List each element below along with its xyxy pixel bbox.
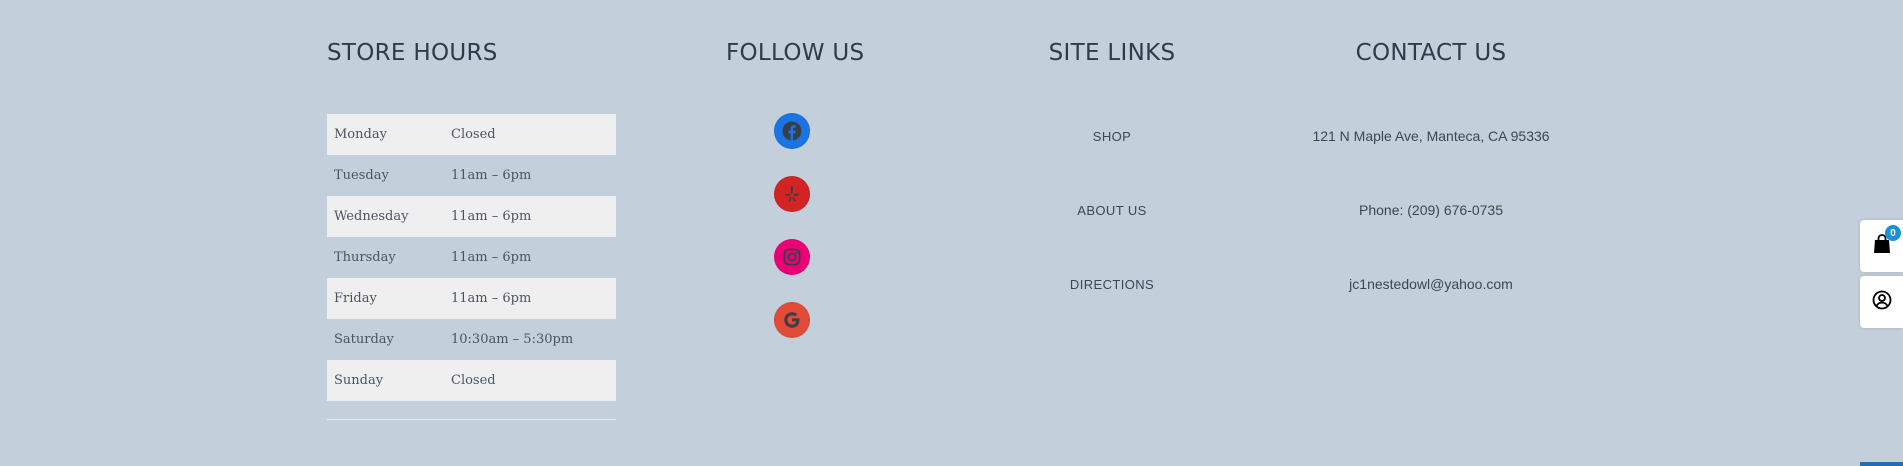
- account-button[interactable]: [1860, 276, 1903, 328]
- hours-time: 11am – 6pm: [451, 291, 532, 306]
- hours-time: 11am – 6pm: [451, 250, 532, 265]
- hours-row-thursday: Thursday 11am – 6pm: [327, 237, 616, 278]
- hours-time: 11am – 6pm: [451, 168, 532, 183]
- hours-day: Saturday: [334, 332, 394, 347]
- instagram-icon[interactable]: [774, 239, 810, 275]
- cart-button[interactable]: 0: [1860, 220, 1903, 272]
- hours-row-tuesday: Tuesday 11am – 6pm: [327, 155, 616, 196]
- google-icon[interactable]: [774, 302, 810, 338]
- page-corner-accent: [1860, 462, 1903, 466]
- store-hours-table: Monday Closed Tuesday 11am – 6pm Wednesd…: [327, 114, 616, 401]
- hours-day: Thursday: [334, 250, 396, 265]
- follow-us-title: FOLLOW US: [726, 40, 865, 66]
- hours-divider: [327, 419, 616, 420]
- hours-day: Wednesday: [334, 209, 409, 224]
- hours-row-monday: Monday Closed: [327, 114, 616, 155]
- contact-address: 121 N Maple Ave, Manteca, CA 95336: [1312, 128, 1550, 144]
- yelp-icon[interactable]: [774, 176, 810, 212]
- directions-link[interactable]: DIRECTIONS: [1040, 277, 1184, 292]
- site-links-title: SITE LINKS: [1048, 40, 1176, 66]
- hours-time: Closed: [451, 373, 496, 388]
- hours-day: Monday: [334, 127, 387, 142]
- about-us-link[interactable]: ABOUT US: [1040, 203, 1184, 218]
- hours-time: 11am – 6pm: [451, 209, 532, 224]
- contact-us-title: CONTACT US: [1355, 40, 1507, 66]
- contact-phone[interactable]: Phone: (209) 676-0735: [1282, 202, 1580, 218]
- contact-email[interactable]: jc1nestedowl@yahoo.com: [1282, 276, 1580, 292]
- hours-time: Closed: [451, 127, 496, 142]
- hours-row-wednesday: Wednesday 11am – 6pm: [327, 196, 616, 237]
- hours-day: Tuesday: [334, 168, 389, 183]
- facebook-icon[interactable]: [774, 113, 810, 149]
- cart-count-badge: 0: [1885, 225, 1901, 241]
- hours-day: Friday: [334, 291, 377, 306]
- hours-time: 10:30am – 5:30pm: [451, 332, 574, 347]
- user-circle-icon: [1872, 290, 1892, 315]
- hours-row-friday: Friday 11am – 6pm: [327, 278, 616, 319]
- hours-day: Sunday: [334, 373, 384, 388]
- hours-row-sunday: Sunday Closed: [327, 360, 616, 401]
- store-hours-title: STORE HOURS: [327, 40, 498, 66]
- hours-row-saturday: Saturday 10:30am – 5:30pm: [327, 319, 616, 360]
- shop-link[interactable]: SHOP: [1040, 129, 1184, 144]
